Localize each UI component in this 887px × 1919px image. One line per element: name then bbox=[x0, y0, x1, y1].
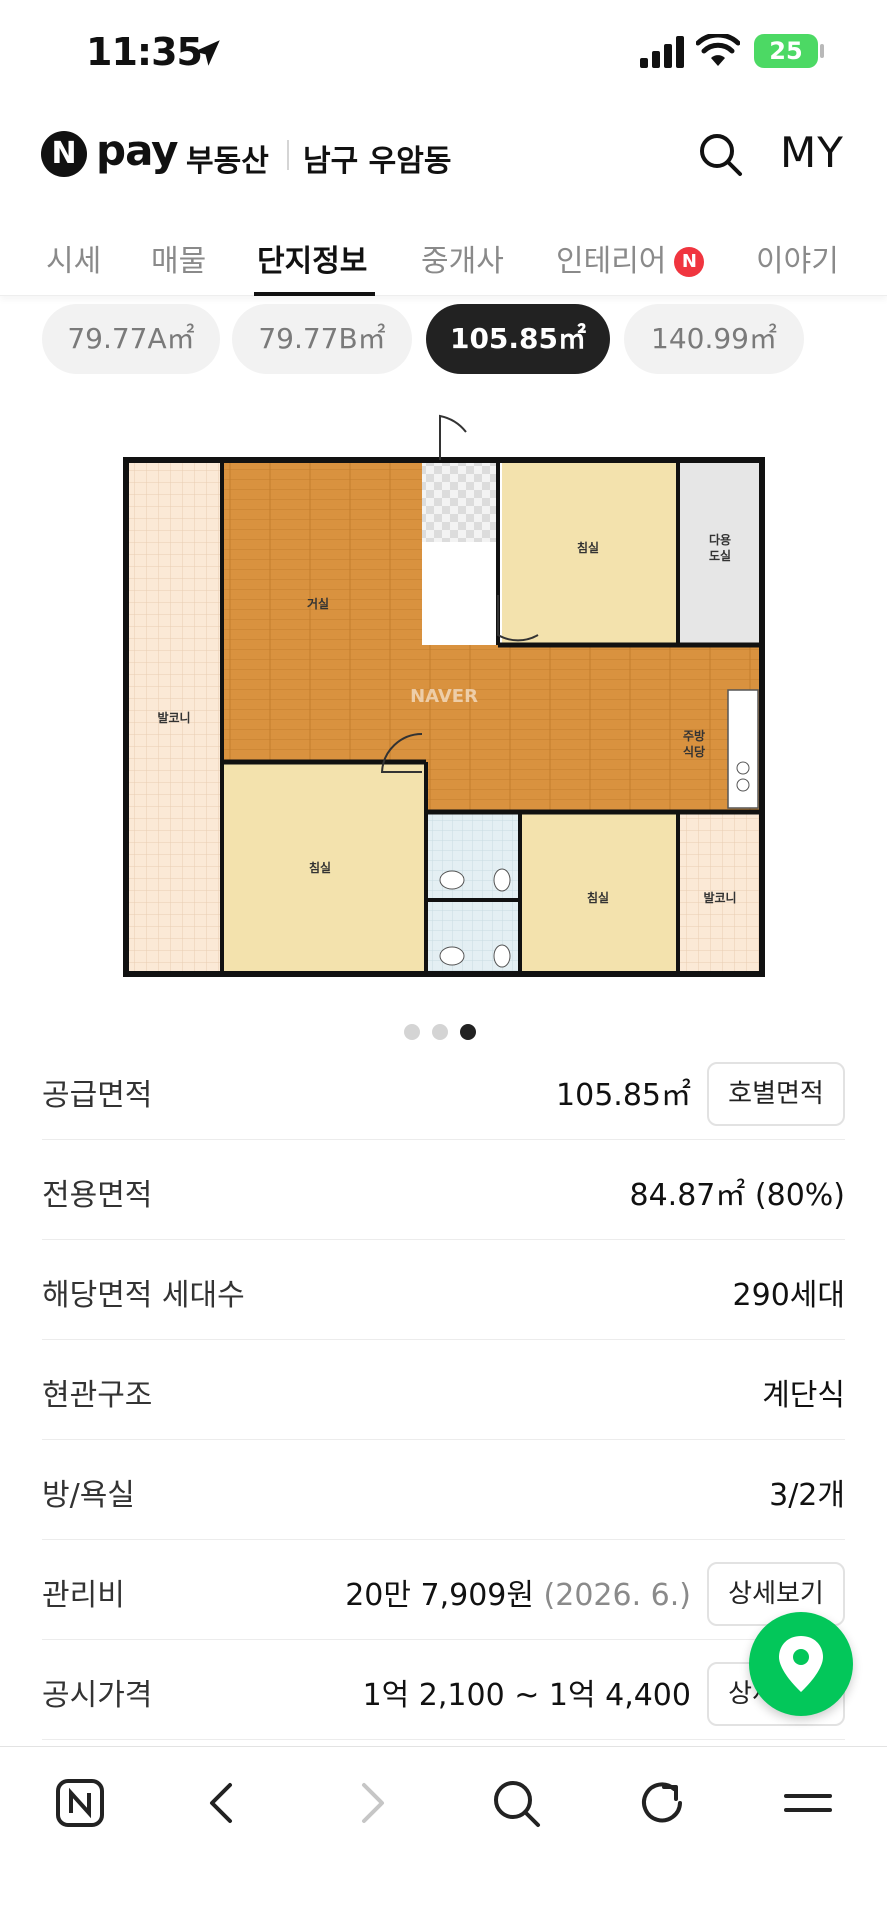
unit-area-button[interactable]: 호별면적 bbox=[707, 1062, 845, 1126]
info-label: 전용면적 bbox=[42, 1178, 153, 1213]
wifi-icon bbox=[696, 34, 740, 66]
info-value: 20만 7,909원 (2026. 6.) bbox=[345, 1570, 691, 1614]
tab-agents[interactable]: 중개사 bbox=[421, 236, 504, 280]
size-chip-105[interactable]: 105.85㎡ bbox=[426, 304, 610, 374]
info-row-entrance-type: 현관구조 계단식 bbox=[42, 1340, 845, 1440]
tab-interior[interactable]: 인테리어 N bbox=[556, 236, 705, 280]
info-label: 해당면적 세대수 bbox=[42, 1278, 245, 1313]
plan-label-bedroom-bottom-left: 침실 bbox=[309, 860, 331, 875]
app-header: N pay 부동산 남구 우암동 MY bbox=[0, 104, 887, 204]
menu-icon[interactable] bbox=[780, 1775, 836, 1831]
size-chip-79b[interactable]: 79.77B㎡ bbox=[232, 304, 412, 374]
info-value: 290세대 bbox=[732, 1278, 845, 1313]
info-row-maintenance-fee: 관리비 20만 7,909원 (2026. 6.) 상세보기 bbox=[42, 1540, 845, 1640]
active-tab-indicator bbox=[254, 292, 375, 296]
plan-label-living: 거실 bbox=[307, 596, 329, 611]
map-location-button[interactable] bbox=[749, 1612, 853, 1716]
my-button[interactable]: MY bbox=[780, 128, 844, 177]
info-row-households: 해당면적 세대수 290세대 bbox=[42, 1240, 845, 1340]
plan-label-bedroom-bottom-right: 침실 bbox=[587, 890, 609, 905]
info-label: 방/욕실 bbox=[42, 1478, 135, 1513]
floor-plan-image[interactable]: 발코니 거실 침실 다용 도실 주방 식당 침실 침실 발코니 NAVER bbox=[122, 410, 766, 978]
naver-pay-logo-icon[interactable]: N bbox=[41, 131, 87, 177]
info-row-rooms-baths: 방/욕실 3/2개 bbox=[42, 1440, 845, 1540]
forward-chevron-icon[interactable] bbox=[342, 1775, 398, 1831]
search-icon[interactable] bbox=[696, 130, 744, 178]
plan-label-kitchen-2: 식당 bbox=[683, 744, 705, 759]
info-label: 현관구조 bbox=[42, 1378, 153, 1413]
location-arrow-icon bbox=[194, 40, 220, 66]
info-row-official-price: 공시가격 1억 2,100 ~ 1억 4,400 상세보기 bbox=[42, 1640, 845, 1740]
info-value: 계단식 bbox=[762, 1378, 845, 1413]
info-value: 84.87㎡ (80%) bbox=[629, 1178, 845, 1213]
map-pin-icon bbox=[779, 1636, 823, 1692]
cellular-signal-icon bbox=[640, 36, 684, 68]
naver-home-icon[interactable] bbox=[52, 1775, 108, 1831]
carousel-dot-active[interactable] bbox=[460, 1024, 476, 1040]
info-label: 공시가격 bbox=[42, 1678, 153, 1713]
plan-label-bedroom-top: 침실 bbox=[577, 540, 599, 555]
header-divider bbox=[287, 140, 289, 170]
plan-label-utility-2: 도실 bbox=[709, 548, 731, 563]
fee-amount: 20만 7,909원 bbox=[345, 1578, 534, 1613]
battery-charging-icon: 25 bbox=[754, 34, 818, 68]
refresh-icon[interactable] bbox=[634, 1775, 690, 1831]
info-value: 3/2개 bbox=[769, 1478, 845, 1513]
carousel-dot[interactable] bbox=[432, 1024, 448, 1040]
tab-interior-label: 인테리어 bbox=[556, 244, 667, 279]
plan-label-kitchen-1: 주방 bbox=[683, 728, 705, 743]
back-chevron-icon[interactable] bbox=[196, 1775, 252, 1831]
status-bar: 11:35 25 bbox=[0, 0, 887, 104]
tab-listings[interactable]: 매물 bbox=[151, 236, 206, 280]
size-chip-79a[interactable]: 79.77A㎡ bbox=[42, 304, 220, 374]
tab-complex-info[interactable]: 단지정보 bbox=[257, 236, 367, 280]
tab-stories[interactable]: 이야기 bbox=[756, 236, 839, 280]
info-label: 공급면적 bbox=[42, 1078, 153, 1113]
logo-pay-text: pay bbox=[96, 126, 178, 175]
info-row-exclusive-area: 전용면적 84.87㎡ (80%) bbox=[42, 1140, 845, 1240]
naver-watermark: NAVER bbox=[410, 686, 478, 707]
fee-date: (2026. 6.) bbox=[543, 1578, 691, 1613]
info-value: 1억 2,100 ~ 1억 4,400 bbox=[362, 1678, 691, 1713]
browser-toolbar bbox=[0, 1746, 887, 1919]
tab-price[interactable]: 시세 bbox=[46, 236, 101, 280]
plan-label-utility-1: 다용 bbox=[709, 532, 731, 547]
info-value: 105.85㎡ bbox=[556, 1078, 691, 1113]
status-time: 11:35 bbox=[86, 30, 203, 74]
carousel-indicator bbox=[404, 1024, 484, 1040]
search-icon[interactable] bbox=[488, 1775, 544, 1831]
info-row-supply-area: 공급면적 105.85㎡ 호별면적 bbox=[42, 1040, 845, 1140]
size-chip-140[interactable]: 140.99㎡ bbox=[624, 304, 804, 374]
service-name[interactable]: 부동산 bbox=[186, 136, 269, 180]
info-label: 관리비 bbox=[42, 1578, 125, 1613]
plan-label-balcony-right: 발코니 bbox=[703, 890, 736, 905]
carousel-dot[interactable] bbox=[404, 1024, 420, 1040]
region-title[interactable]: 남구 우암동 bbox=[303, 136, 451, 180]
plan-label-balcony-left: 발코니 bbox=[157, 710, 190, 725]
section-tabs: 시세 매물 단지정보 중개사 인테리어 N 이야기 bbox=[0, 230, 887, 296]
new-badge: N bbox=[674, 247, 705, 277]
battery-cap bbox=[820, 44, 824, 58]
battery-level: 25 bbox=[769, 37, 803, 65]
